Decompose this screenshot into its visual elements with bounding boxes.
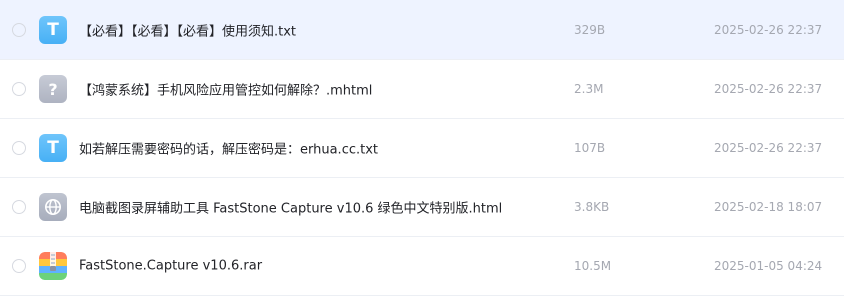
- file-date: 2025-02-18 18:07: [714, 200, 823, 214]
- row-checkbox[interactable]: [12, 22, 26, 37]
- row-checkbox[interactable]: [12, 200, 26, 214]
- file-date: 2025-02-26 22:37: [714, 22, 823, 37]
- file-name[interactable]: 【必看】【必看】【必看】使用须知.txt: [79, 20, 296, 39]
- file-date: 2025-02-26 22:37: [714, 82, 823, 96]
- txt-file-icon: T: [39, 15, 67, 44]
- globe-icon: [45, 199, 61, 215]
- archive-file-icon: [39, 252, 67, 280]
- file-row[interactable]: ? 【鸿蒙系统】手机风险应用管控如何解除？.mhtml 2.3M 2025-02…: [0, 60, 844, 119]
- unknown-file-icon: ?: [39, 75, 67, 103]
- file-size: 329B: [574, 22, 606, 37]
- file-size: 10.5M: [574, 259, 612, 273]
- row-checkbox[interactable]: [12, 141, 26, 155]
- file-date: 2025-01-05 04:24: [714, 259, 823, 273]
- archive-icon: [39, 252, 67, 280]
- file-name[interactable]: 【鸿蒙系统】手机风险应用管控如何解除？.mhtml: [79, 80, 372, 99]
- file-row[interactable]: FastStone.Capture v10.6.rar 10.5M 2025-0…: [0, 237, 844, 296]
- row-checkbox[interactable]: [12, 259, 26, 273]
- file-name[interactable]: 如若解压需要密码的话，解压密码是：erhua.cc.txt: [79, 139, 378, 158]
- file-name[interactable]: FastStone.Capture v10.6.rar: [79, 259, 262, 274]
- file-row[interactable]: 电脑截图录屏辅助工具 FastStone Capture v10.6 绿色中文特…: [0, 178, 844, 237]
- globe-file-icon: [39, 193, 67, 221]
- txt-file-icon: T: [39, 134, 67, 162]
- file-list: T 【必看】【必看】【必看】使用须知.txt 329B 2025-02-26 2…: [0, 0, 844, 300]
- file-size: 2.3M: [574, 82, 604, 96]
- file-size: 3.8KB: [574, 200, 610, 214]
- file-row[interactable]: T 【必看】【必看】【必看】使用须知.txt 329B 2025-02-26 2…: [0, 0, 844, 60]
- file-size: 107B: [574, 141, 606, 155]
- file-name[interactable]: 电脑截图录屏辅助工具 FastStone Capture v10.6 绿色中文特…: [79, 198, 502, 217]
- file-date: 2025-02-26 22:37: [714, 141, 823, 155]
- row-checkbox[interactable]: [12, 82, 26, 96]
- file-row[interactable]: T 如若解压需要密码的话，解压密码是：erhua.cc.txt 107B 202…: [0, 119, 844, 178]
